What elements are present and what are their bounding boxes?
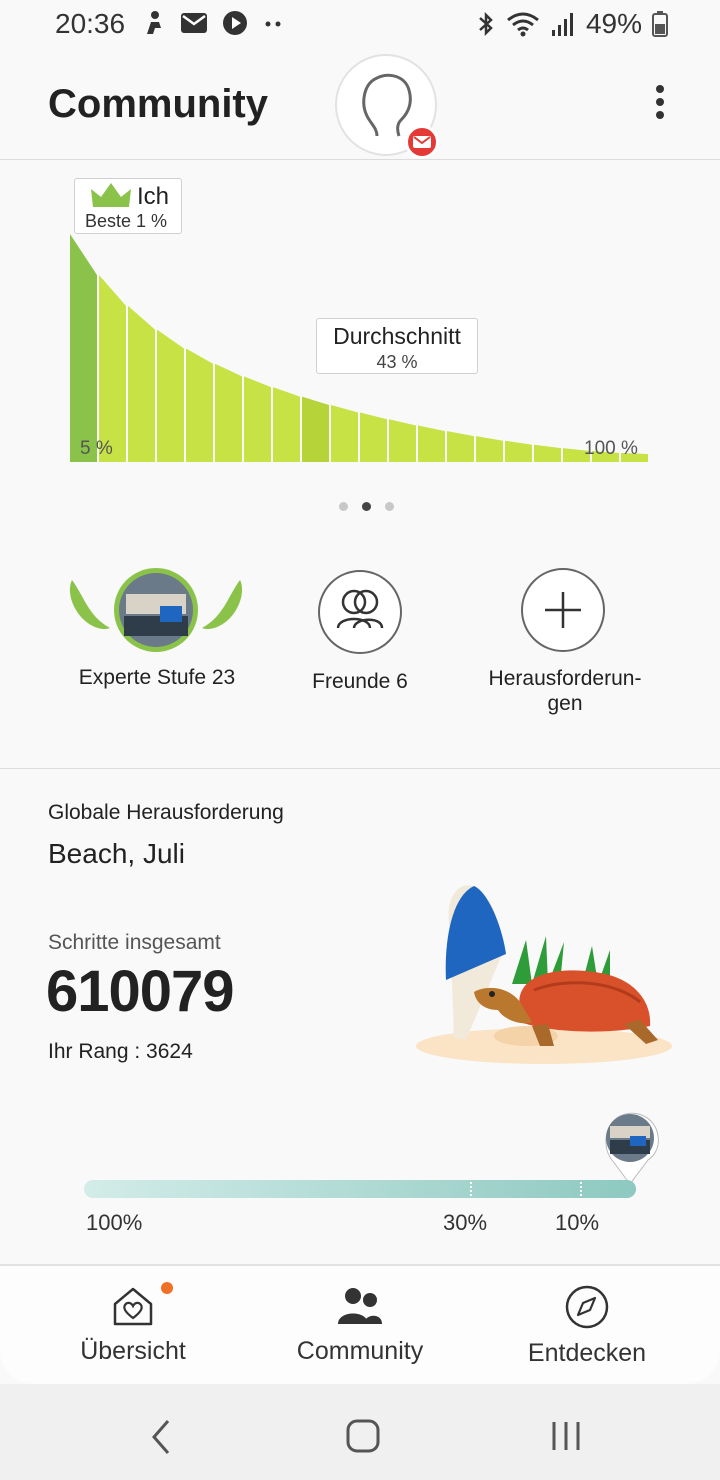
average-label: Durchschnitt: [333, 323, 461, 349]
ranking-bar: [157, 329, 184, 462]
play-notification-icon: [223, 11, 247, 35]
ranking-bar: [128, 305, 155, 462]
battery-icon: [652, 11, 668, 37]
progress-tick-10: [580, 1182, 582, 1196]
ranking-bar: [447, 431, 474, 462]
more-notifications-icon: [265, 21, 281, 27]
progress-tick-30: [470, 1182, 472, 1196]
my-rank-tooltip: Ich Beste 1 %: [74, 178, 182, 234]
recent-apps-icon[interactable]: [548, 1418, 584, 1454]
status-time: 20:36: [55, 8, 126, 39]
ranking-distribution-chart: Ich Beste 1 % Durchschnitt 43 % 5 % 100 …: [60, 170, 660, 470]
challenge-type-label: Globale Herausforderung: [48, 801, 284, 824]
ranking-bar: [418, 425, 445, 462]
my-rank-label: Ich: [137, 183, 170, 210]
ranking-bar: [99, 274, 126, 462]
friends-button[interactable]: [318, 570, 402, 654]
notification-dot: [161, 1282, 173, 1294]
user-rank: Ihr Rang : 3624: [48, 1040, 193, 1063]
my-rank-value: Beste 1 %: [85, 211, 168, 231]
page-indicator: [339, 502, 394, 511]
level-label: Experte Stufe 23: [78, 666, 236, 689]
nav-community-label: Community: [296, 1337, 424, 1365]
community-icon: [338, 1288, 382, 1324]
ranking-bar: [273, 387, 300, 462]
section-divider: [0, 768, 720, 769]
ranking-bar: [215, 363, 242, 462]
challenge-title: Beach, Juli: [48, 838, 185, 869]
page-dot-active: [362, 502, 371, 511]
message-badge[interactable]: [405, 125, 439, 159]
bluetooth-icon: [479, 11, 493, 37]
ranking-bar: [505, 440, 532, 462]
ranking-bar: [389, 419, 416, 462]
wifi-icon: [507, 12, 539, 37]
plus-icon: [545, 592, 581, 628]
back-icon[interactable]: [146, 1417, 176, 1457]
ranking-bar: [70, 234, 97, 462]
person-notification-icon: [147, 11, 161, 34]
bottom-navigation: Übersicht Community Entdecken: [0, 1264, 720, 1384]
friends-label: Freunde 6: [312, 670, 408, 693]
wings-badge-icon: [69, 568, 243, 652]
progress-label-100: 100%: [86, 1210, 143, 1235]
average-tooltip: Durchschnitt 43 %: [316, 318, 478, 374]
ranking-bar: [331, 404, 358, 462]
average-value: 43 %: [376, 352, 418, 372]
challenge-progress-track: [84, 1180, 636, 1198]
challenges-label-line2: gen: [547, 692, 583, 715]
add-challenge-button[interactable]: [521, 568, 605, 652]
user-location-pin: [605, 1112, 659, 1185]
ranking-bar: [360, 412, 387, 462]
progress-label-30: 30%: [443, 1210, 488, 1235]
page-dot: [385, 502, 394, 511]
app-header: Community: [0, 50, 720, 160]
ranking-bar: [302, 396, 329, 462]
notification-icons: [142, 10, 286, 36]
ranking-bar: [534, 444, 561, 462]
nav-community[interactable]: Community: [260, 1284, 460, 1366]
progress-label-10: 10%: [555, 1210, 600, 1235]
home-icon[interactable]: [345, 1418, 381, 1454]
status-bar: 20:36 49%: [0, 0, 720, 50]
friends-icon: [336, 589, 384, 629]
more-options-icon[interactable]: [650, 85, 670, 125]
mail-icon: [413, 136, 431, 148]
chart-left-label: 5 %: [80, 438, 113, 459]
nav-overview[interactable]: Übersicht: [33, 1284, 233, 1366]
nav-discover-label: Entdecken: [527, 1339, 647, 1367]
compass-icon: [565, 1285, 609, 1329]
total-steps-label: Schritte insgesamt: [48, 931, 221, 954]
chart-right-label: 100 %: [584, 438, 638, 459]
challenges-label-line1: Herausforderun-: [488, 667, 642, 690]
ranking-bar: [244, 376, 271, 462]
total-steps-value: 610079: [46, 959, 235, 1024]
mail-notification-icon: [181, 13, 207, 33]
battery-percent: 49%: [585, 8, 642, 39]
beach-turtle-illustration: [416, 885, 672, 1064]
ranking-bar: [186, 348, 213, 462]
status-right: 49%: [476, 8, 668, 40]
ranking-bar: [476, 436, 503, 462]
crown-icon: [91, 183, 131, 207]
signal-icon: [551, 13, 573, 36]
page-dot: [339, 502, 348, 511]
system-navigation-bar: [0, 1384, 720, 1480]
home-heart-icon: [113, 1287, 153, 1326]
nav-overview-label: Übersicht: [80, 1337, 186, 1365]
page-title: Community: [48, 82, 268, 126]
nav-discover[interactable]: Entdecken: [487, 1284, 687, 1368]
